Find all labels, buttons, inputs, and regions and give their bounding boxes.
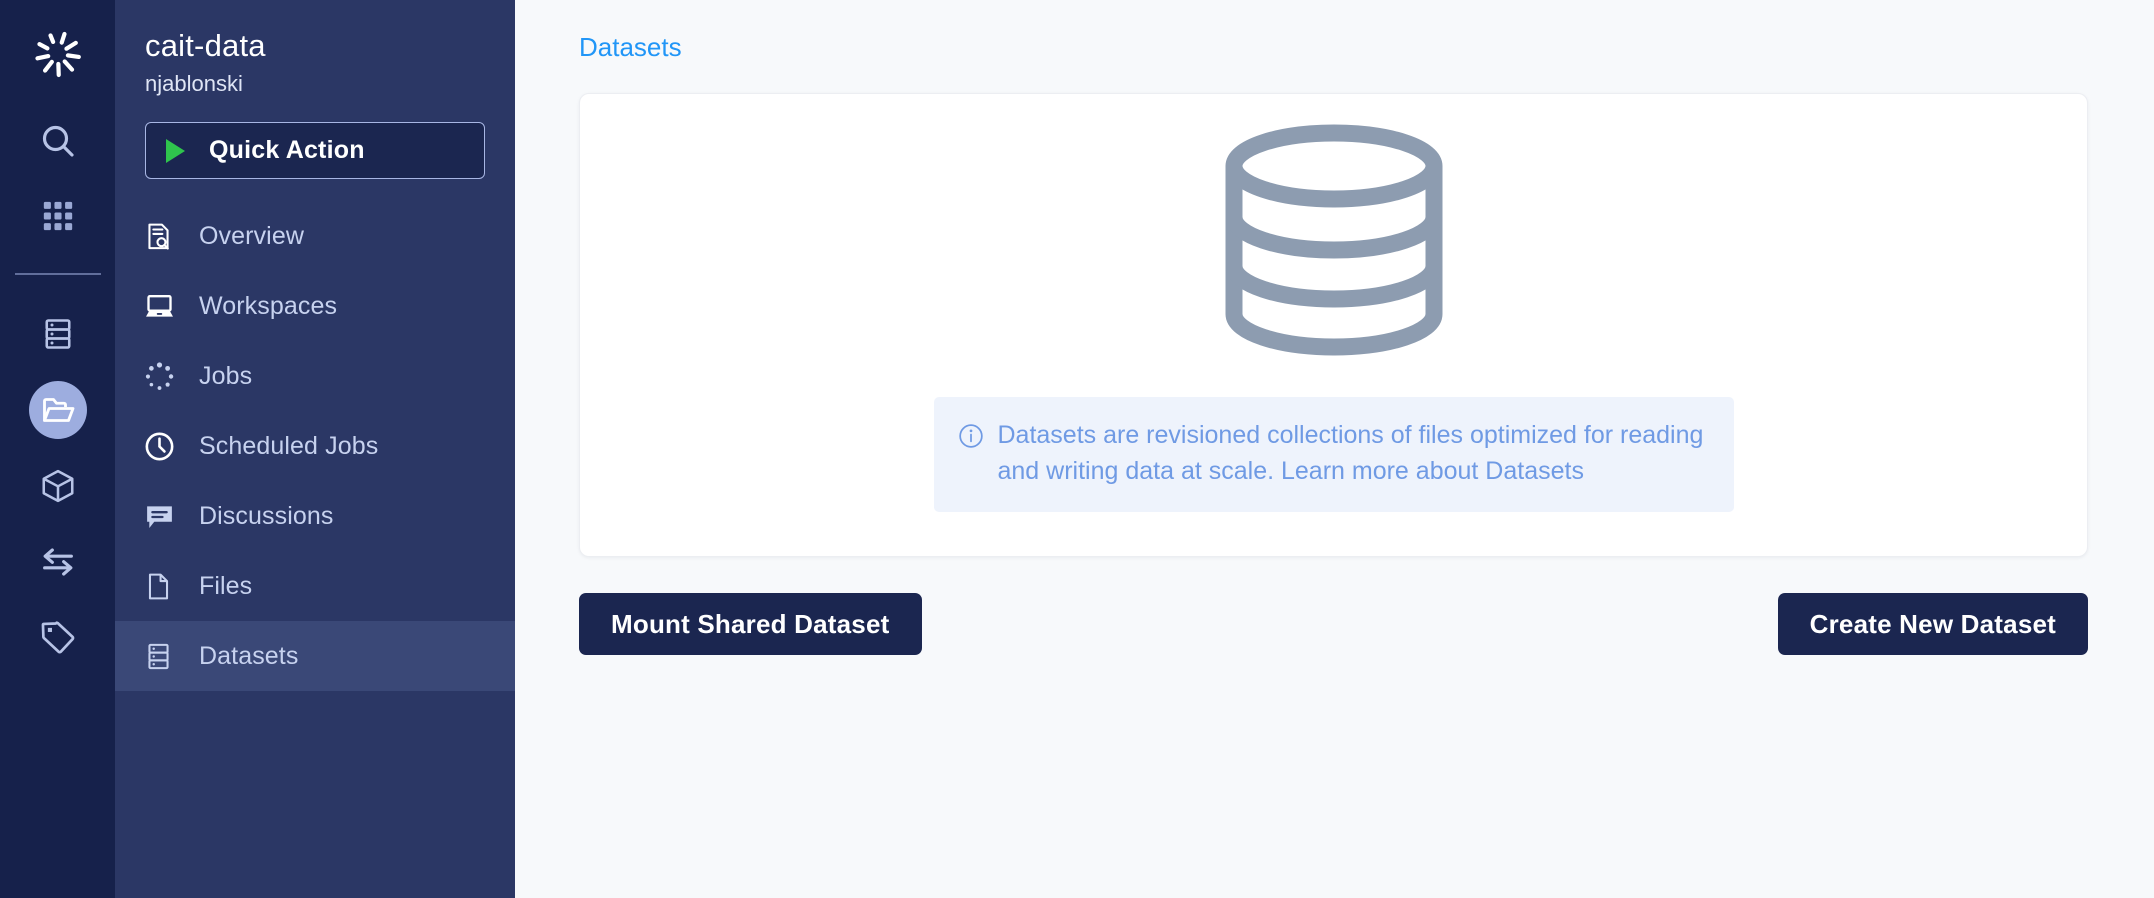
global-icon-rail <box>0 0 115 898</box>
quick-action-wrap: Quick Action <box>115 97 515 179</box>
laptop-icon <box>143 290 185 323</box>
transfer-arrows-icon[interactable] <box>29 533 87 591</box>
sidebar-item-discussions[interactable]: Discussions <box>115 481 515 551</box>
create-new-dataset-button[interactable]: Create New Dataset <box>1777 593 2088 655</box>
project-owner: njablonski <box>145 71 243 96</box>
app-root: cait-data njablonski Quick Action Overvi… <box>0 0 2154 898</box>
project-nav: Overview Workspaces Jobs Scheduled Jobs … <box>115 201 515 691</box>
play-triangle-icon <box>166 138 185 163</box>
package-cube-icon[interactable] <box>29 457 87 515</box>
apps-grid-icon[interactable] <box>29 187 87 245</box>
document-search-icon <box>143 221 185 252</box>
sidebar-item-overview[interactable]: Overview <box>115 201 515 271</box>
sidebar-item-label: Files <box>199 571 253 600</box>
sidebar-item-label: Discussions <box>199 501 334 530</box>
datasets-info-banner: Datasets are revisioned collections of f… <box>933 397 1734 512</box>
server-stack-icon[interactable] <box>29 305 87 363</box>
sidebar-item-label: Datasets <box>199 641 299 670</box>
datasets-info-text: Datasets are revisioned collections of f… <box>997 421 1704 485</box>
datasets-empty-card: Datasets are revisioned collections of f… <box>579 93 2088 557</box>
sidebar-item-datasets[interactable]: Datasets <box>115 621 515 691</box>
dataset-stack-icon <box>143 641 185 672</box>
tag-icon[interactable] <box>29 609 87 667</box>
rail-divider <box>14 273 101 275</box>
search-icon[interactable] <box>29 112 87 170</box>
breadcrumb-datasets[interactable]: Datasets <box>579 32 682 63</box>
sidebar-item-label: Workspaces <box>199 291 338 320</box>
info-circle-icon <box>958 423 984 454</box>
folder-open-icon[interactable] <box>28 381 87 439</box>
database-cylinder-icon <box>1225 124 1443 361</box>
project-name: cait-data <box>145 28 266 63</box>
sidebar-item-files[interactable]: Files <box>115 551 515 621</box>
mount-shared-dataset-button[interactable]: Mount Shared Dataset <box>579 593 922 655</box>
spinner-dots-icon <box>143 360 185 393</box>
clock-icon <box>143 430 185 463</box>
sidebar-item-label: Jobs <box>199 361 253 390</box>
file-icon <box>143 571 185 602</box>
sidebar-item-scheduled-jobs[interactable]: Scheduled Jobs <box>115 411 515 481</box>
domino-aperture-logo[interactable] <box>22 18 94 90</box>
sidebar-item-label: Overview <box>199 221 304 250</box>
sidebar-item-label: Scheduled Jobs <box>199 431 379 460</box>
quick-action-button[interactable]: Quick Action <box>145 122 485 179</box>
sidebar-item-jobs[interactable]: Jobs <box>115 341 515 411</box>
sidebar-item-workspaces[interactable]: Workspaces <box>115 271 515 341</box>
datasets-action-row: Mount Shared Dataset Create New Dataset <box>579 593 2088 655</box>
comment-icon <box>143 500 185 533</box>
quick-action-label: Quick Action <box>209 136 365 164</box>
project-sidebar: cait-data njablonski Quick Action Overvi… <box>115 0 515 898</box>
main-content: Datasets Datasets are revisioned collect… <box>515 0 2154 898</box>
